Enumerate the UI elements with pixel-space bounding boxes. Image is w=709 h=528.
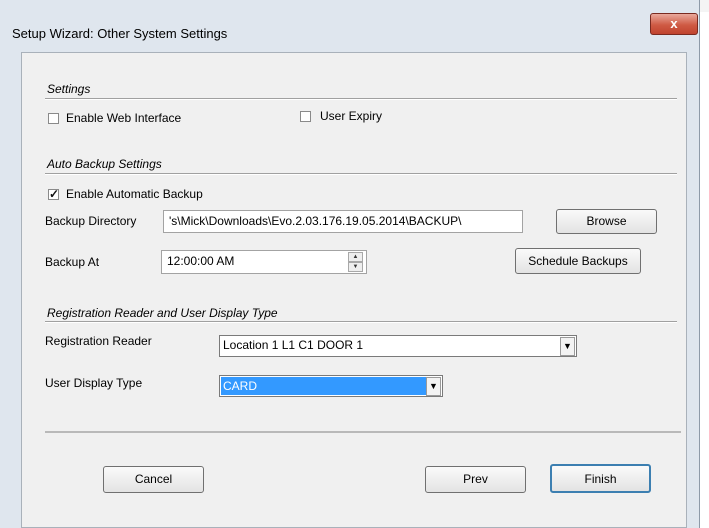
wizard-client-area: Settings Enable Web Interface User Expir… [21,52,687,528]
backup-directory-value: 's\Mick\Downloads\Evo.2.03.176.19.05.201… [169,214,462,228]
settings-panel: Settings Enable Web Interface User Expir… [45,69,681,433]
user-display-type-label: User Display Type [45,376,143,390]
close-button[interactable]: x [650,13,698,35]
schedule-backups-button[interactable]: Schedule Backups [515,248,641,274]
backup-at-value: 12:00:00 AM [167,254,235,268]
setup-wizard-window: Setup Wizard: Other System Settings x Se… [0,0,700,528]
backup-at-time-input[interactable]: 12:00:00 AM [161,250,367,274]
window-title: Setup Wizard: Other System Settings [12,26,228,41]
finish-button[interactable]: Finish [550,464,651,493]
spin-up-icon: ▲ [352,254,359,260]
user-expiry-label: User Expiry [320,109,383,123]
registration-reader-dropdown-button[interactable]: ▼ [560,337,575,356]
auto-backup-separator [45,173,677,175]
registration-reader-dropdown[interactable]: Location 1 L1 C1 DOOR 1 ▼ [219,335,577,357]
check-mark-icon: ✓ [49,187,60,201]
settings-group-title: Settings [47,82,91,96]
backup-directory-input[interactable]: 's\Mick\Downloads\Evo.2.03.176.19.05.201… [163,210,523,233]
user-display-type-dropdown[interactable]: CARD ▼ [219,375,443,397]
chevron-down-icon: ▼ [429,381,438,391]
registration-reader-value: Location 1 L1 C1 DOOR 1 [223,338,364,352]
close-icon: x [670,16,678,31]
title-bar: Setup Wizard: Other System Settings x [0,0,700,48]
enable-web-interface-checkbox[interactable] [48,113,59,124]
user-expiry-checkbox[interactable] [300,111,311,122]
registration-reader-label: Registration Reader [45,334,152,348]
settings-separator [45,98,677,100]
user-display-type-dropdown-button[interactable]: ▼ [426,377,441,396]
backup-at-label: Backup At [45,255,100,269]
backup-directory-label: Backup Directory [45,214,137,228]
user-display-type-value: CARD [221,377,426,395]
registration-separator [45,321,677,323]
enable-automatic-backup-label: Enable Automatic Backup [66,187,203,201]
time-spin-up-button[interactable]: ▲ [348,252,363,262]
cancel-button[interactable]: Cancel [103,466,204,493]
spin-down-icon: ▼ [352,264,359,270]
enable-web-interface-label: Enable Web Interface [66,111,182,125]
enable-automatic-backup-checkbox[interactable]: ✓ [48,187,60,201]
registration-group-title: Registration Reader and User Display Typ… [47,306,278,320]
auto-backup-group-title: Auto Backup Settings [47,157,162,171]
time-spin-down-button[interactable]: ▼ [348,262,363,272]
prev-button[interactable]: Prev [425,466,526,493]
browse-button[interactable]: Browse [556,209,657,234]
chevron-down-icon: ▼ [563,341,572,351]
